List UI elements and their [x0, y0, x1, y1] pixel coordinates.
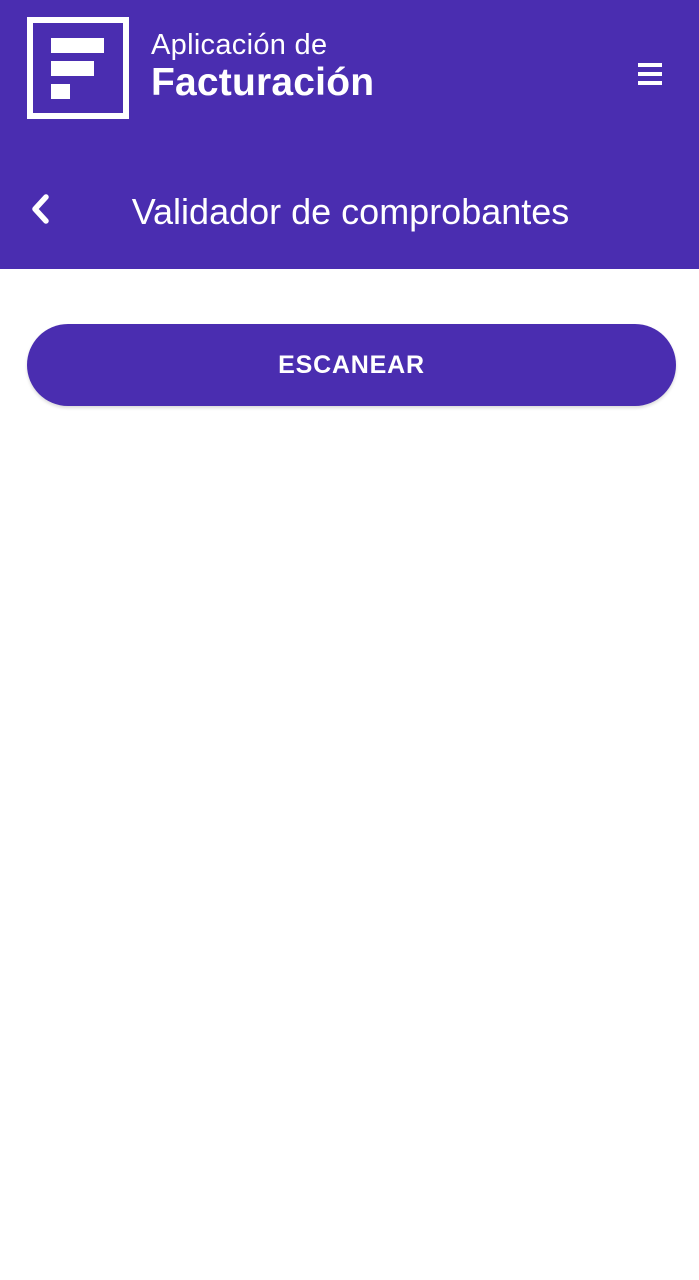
menu-button[interactable]	[626, 56, 674, 96]
hamburger-menu-icon	[638, 62, 662, 90]
brand-title: Facturación	[151, 61, 375, 104]
scan-button[interactable]: ESCANEAR	[27, 324, 676, 406]
facturacion-logo-icon	[27, 17, 129, 119]
app-brand: Aplicación de Facturación	[151, 28, 374, 104]
app-screen: Aplicación de Facturación Validador de c…	[0, 0, 699, 1280]
brand-subtitle: Aplicación de	[151, 29, 328, 61]
app-header: Aplicación de Facturación Validador de c…	[0, 0, 699, 269]
page-title: Validador de comprobantes	[131, 191, 570, 232]
